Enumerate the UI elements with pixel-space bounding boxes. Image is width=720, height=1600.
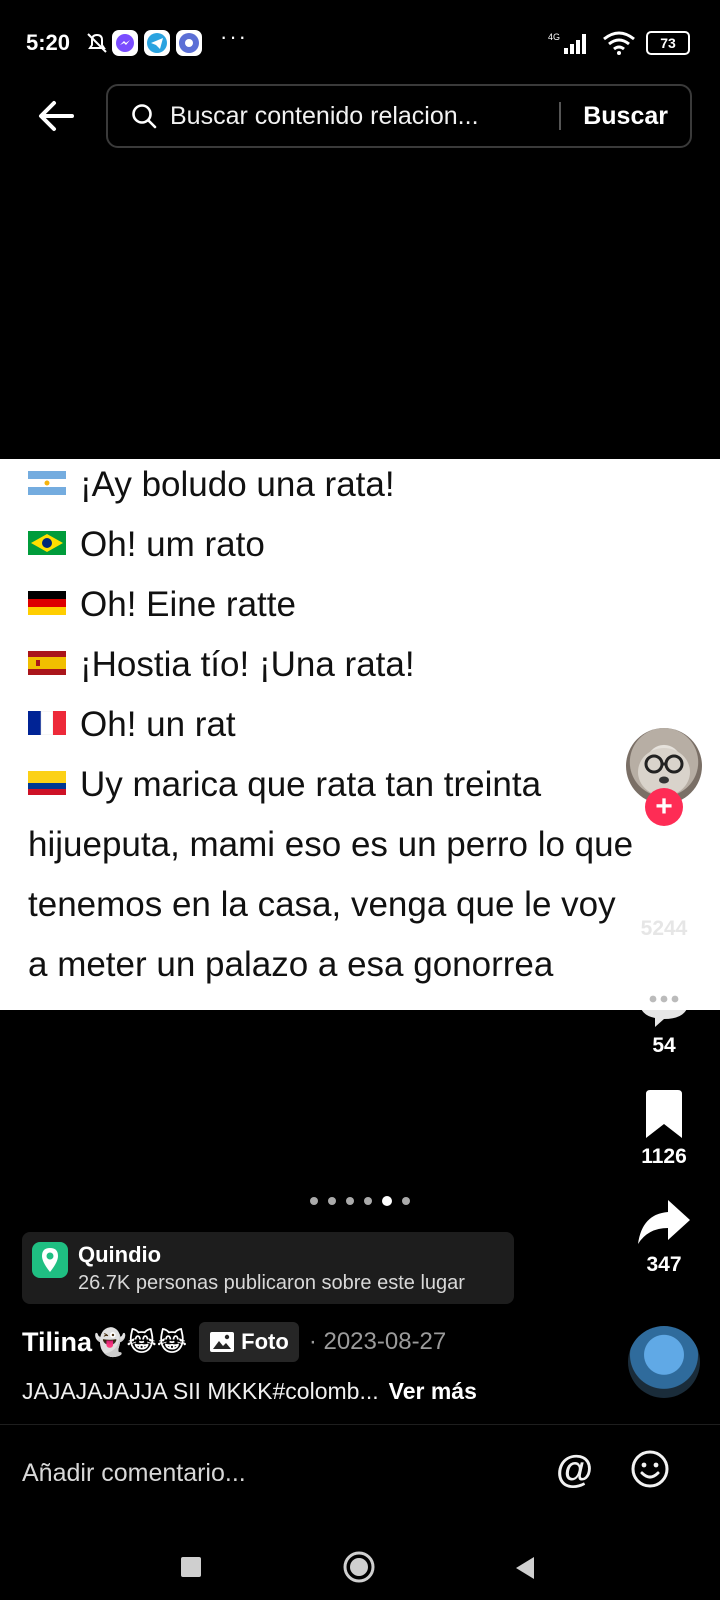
search-box[interactable]: Buscar contenido relacion... Buscar <box>106 84 692 148</box>
back-arrow-icon[interactable] <box>36 96 76 136</box>
share-action[interactable]: 347 <box>614 1198 714 1277</box>
follow-plus-button[interactable]: + <box>645 788 683 826</box>
line-text: ¡Ay boludo una rata! <box>80 465 395 504</box>
like-count: 5244 <box>640 917 688 940</box>
carousel-dot <box>328 1197 336 1205</box>
post-caption[interactable]: JAJAJAJAJJA SII MKKK#colomb... Ver más <box>22 1378 477 1405</box>
share-count: 347 <box>646 1253 682 1276</box>
carousel-dot-active <box>382 1196 392 1206</box>
system-nav-bar <box>0 1520 720 1600</box>
telegram-icon <box>144 30 170 56</box>
comment-action[interactable]: 54 <box>614 975 714 1058</box>
emoji-smiley-icon[interactable] <box>630 1449 670 1489</box>
spain-flag-icon <box>28 650 66 675</box>
wifi-icon <box>603 31 635 55</box>
caption-text: JAJAJAJAJJA SII MKKK#colomb... <box>22 1378 379 1404</box>
germany-flag-icon <box>28 590 66 615</box>
carousel-dot <box>346 1197 354 1205</box>
see-more-link[interactable]: Ver más <box>389 1378 477 1404</box>
carousel-dot <box>310 1197 318 1205</box>
like-action[interactable]: 5244 <box>614 860 714 941</box>
save-action[interactable]: 1126 <box>614 1090 714 1169</box>
text-line-continuation: hijueputa, mami eso es un perro lo que <box>28 825 634 864</box>
image-icon <box>210 1332 235 1352</box>
home-circle-icon[interactable] <box>342 1550 376 1584</box>
france-flag-icon <box>28 710 66 735</box>
post-date: · 2023-08-27 <box>308 1328 447 1355</box>
search-icon <box>132 104 157 129</box>
author-emojis: 👻😹😹 <box>94 1326 188 1357</box>
photo-tag-label: Foto <box>241 1329 289 1354</box>
location-card[interactable]: Quindio 26.7K personas publicaron sobre … <box>22 1232 514 1304</box>
search-divider <box>559 102 562 130</box>
app-notification-icon <box>176 30 202 56</box>
cell-signal-icon: 4G <box>548 32 586 54</box>
author-row: Tilina 👻😹😹 Foto · 2023-08-27 <box>22 1320 446 1364</box>
text-line-colombia: Uy marica que rata tan treinta <box>28 765 541 805</box>
back-triangle-icon[interactable] <box>514 1556 536 1580</box>
location-subtitle: 26.7K personas publicaron sobre este lug… <box>78 1272 465 1294</box>
brazil-flag-icon <box>28 530 66 555</box>
text-line-germany: Oh! Eine ratte <box>28 585 296 625</box>
save-count: 1126 <box>641 1145 687 1168</box>
line-text: Uy marica que rata tan treinta <box>80 765 542 804</box>
recents-square-icon[interactable] <box>180 1556 202 1578</box>
line-text: Oh! um rato <box>80 525 265 564</box>
network-type: 4G <box>548 32 560 42</box>
search-input[interactable]: Buscar contenido relacion... <box>170 102 559 131</box>
photo-tag: Foto <box>199 1322 299 1362</box>
text-line-france: Oh! un rat <box>28 705 236 745</box>
more-notifications-icon: ··· <box>220 24 248 49</box>
post-photo[interactable]: ¡Ay boludo una rata! Oh! um rato Oh! Ein… <box>0 459 720 1010</box>
text-line-argentina: ¡Ay boludo una rata! <box>28 465 395 505</box>
comment-bubble-icon[interactable] <box>635 975 693 1029</box>
battery-indicator: 73 <box>646 31 690 55</box>
colombia-flag-icon <box>28 770 66 795</box>
line-text: ¡Hostia tío! ¡Una rata! <box>80 645 415 684</box>
comment-bar: Añadir comentario... @ <box>0 1424 720 1520</box>
music-disc[interactable] <box>628 1326 700 1398</box>
comment-count: 54 <box>652 1034 676 1057</box>
status-bar: 5:20 ··· 4G 73 <box>0 0 720 84</box>
text-line-continuation: tenemos en la casa, venga que le voy <box>28 885 616 924</box>
top-bar: Buscar contenido relacion... Buscar <box>0 84 720 148</box>
carousel-indicator <box>0 1196 720 1206</box>
carousel-dot <box>402 1197 410 1205</box>
heart-icon[interactable] <box>636 860 692 912</box>
search-button[interactable]: Buscar <box>583 102 668 131</box>
author-name[interactable]: Tilina <box>22 1327 92 1358</box>
mute-bell-icon <box>87 33 107 53</box>
mention-button[interactable]: @ <box>556 1449 593 1492</box>
text-line-spain: ¡Hostia tío! ¡Una rata! <box>28 645 415 685</box>
line-text: Oh! un rat <box>80 705 236 744</box>
status-time: 5:20 <box>26 30 71 55</box>
carousel-dot <box>364 1197 372 1205</box>
argentina-flag-icon <box>28 470 66 495</box>
bookmark-icon[interactable] <box>642 1090 686 1140</box>
comment-input[interactable]: Añadir comentario... <box>22 1459 246 1488</box>
text-line-continuation: a meter un palazo a esa gonorrea <box>28 945 554 984</box>
location-name: Quindio <box>78 1242 162 1267</box>
messenger-icon <box>112 30 138 56</box>
text-line-brazil: Oh! um rato <box>28 525 265 565</box>
location-pin-icon <box>32 1242 68 1278</box>
line-text: Oh! Eine ratte <box>80 585 296 624</box>
